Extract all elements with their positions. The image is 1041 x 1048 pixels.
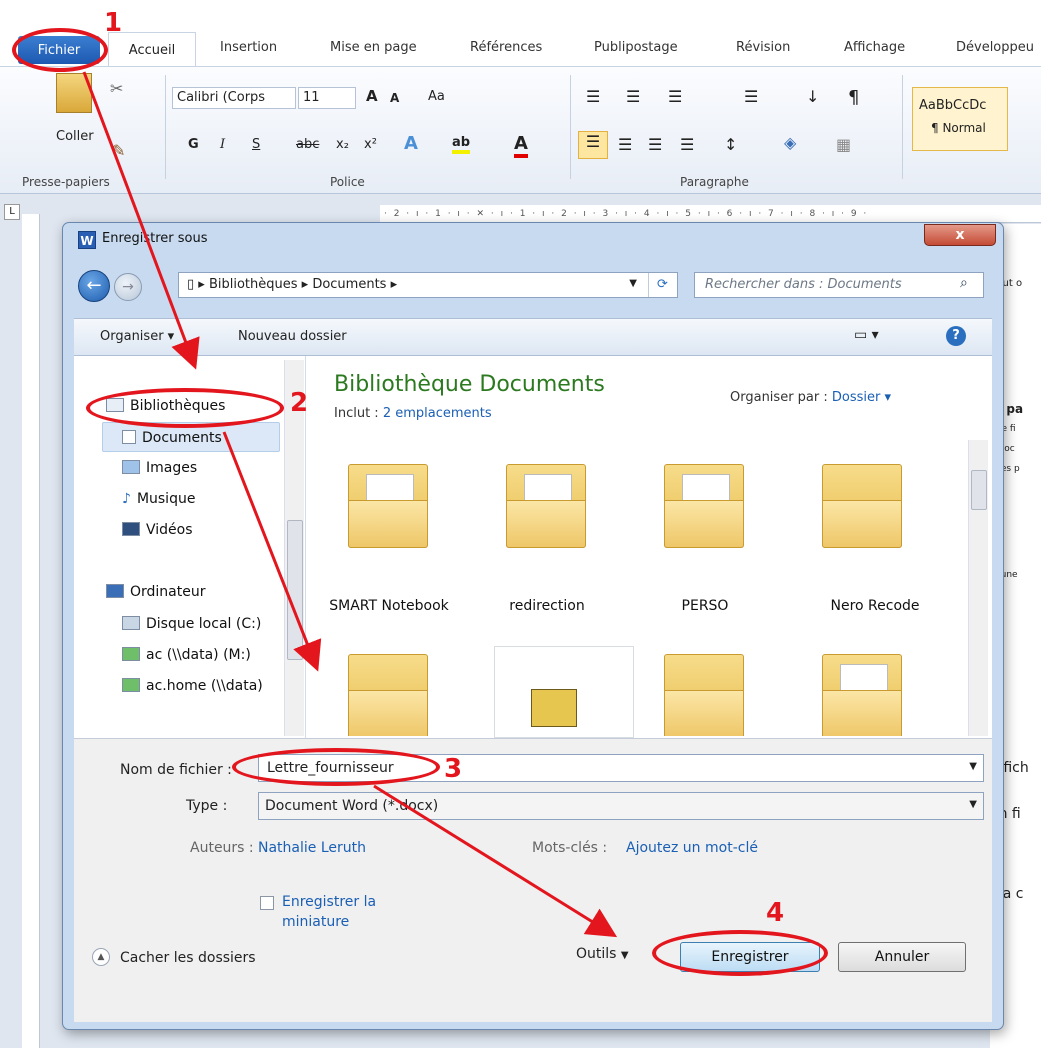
annotation-ring-3: [232, 748, 440, 786]
annotation-ring-1: [12, 28, 108, 72]
arrow-2-to-folders: [222, 431, 322, 672]
annotation-arrows: [82, 71, 618, 938]
annotation-number-4: 4: [766, 898, 785, 928]
annotation-number-2: 2: [290, 388, 309, 418]
annotation-number-1: 1: [104, 8, 123, 38]
annotation-ring-2: [86, 388, 284, 428]
annotation-number-3: 3: [444, 754, 463, 784]
arrow-3-to-4: [373, 784, 618, 938]
annotation-ring-4: [652, 930, 828, 976]
arrow-1-to-2: [82, 71, 200, 370]
